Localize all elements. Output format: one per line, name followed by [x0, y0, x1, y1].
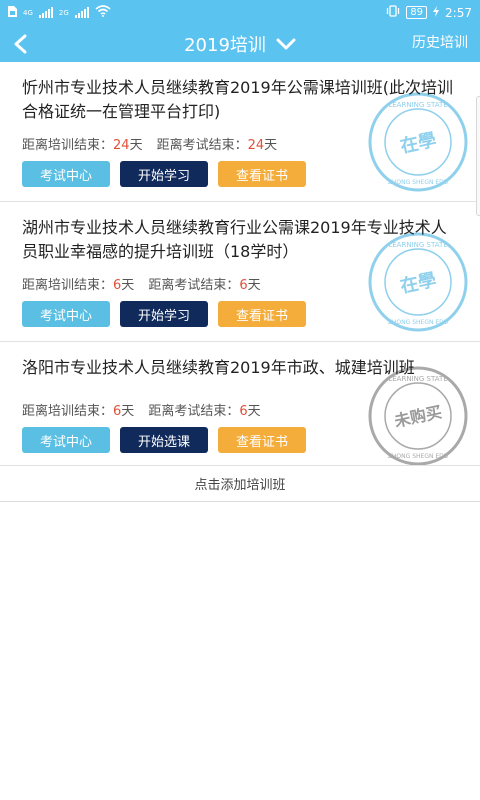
start-learning-button[interactable]: 开始学习 [120, 161, 208, 187]
stamp-text: 未购买 [392, 402, 444, 431]
day-unit: 天 [121, 278, 135, 293]
view-certificate-button[interactable]: 查看证书 [218, 161, 306, 187]
view-certificate-button[interactable]: 查看证书 [218, 427, 306, 453]
network-type-2: 2G [58, 8, 69, 17]
train-end-label: 距离培训结束： [22, 404, 114, 419]
start-learning-button[interactable]: 开始学习 [120, 301, 208, 327]
view-certificate-button[interactable]: 查看证书 [218, 301, 306, 327]
exam-center-button[interactable]: 考试中心 [22, 427, 110, 453]
back-arrow-icon [14, 34, 27, 53]
exam-end-label: 距离考试结束： [148, 404, 240, 419]
countdown: 距离培训结束：6天 距离考试结束：6天 [22, 400, 261, 419]
status-bar: 4G 2G 89 2:57 [0, 0, 480, 25]
course-card: 洛阳市专业技术人员继续教育2019年市政、城建培训班 距离培训结束：6天 距离考试… [0, 342, 480, 466]
train-end-label: 距离培训结束： [22, 278, 114, 293]
exam-center-button[interactable]: 考试中心 [22, 301, 110, 327]
sim-card-icon [8, 5, 17, 20]
stamp-bottom-text: ZHONG SHEGN EDU [388, 319, 448, 326]
vibrate-icon [386, 5, 400, 20]
chevron-down-icon[interactable] [276, 38, 296, 50]
exam-end-label: 距离考试结束： [156, 138, 248, 153]
signal-icon [74, 7, 89, 18]
charging-icon [433, 5, 440, 20]
course-title[interactable]: 湖州市专业技术人员继续教育行业公需课2019年专业技术人员职业幸福感的提升培训班… [22, 216, 462, 264]
stamp-text: 在學 [398, 128, 438, 157]
course-card: 忻州市专业技术人员继续教育2019年公需课培训班(此次培训合格证统一在管理平台打… [0, 62, 480, 202]
day-unit: 天 [247, 404, 261, 419]
exam-center-button[interactable]: 考试中心 [22, 161, 110, 187]
day-unit: 天 [129, 138, 143, 153]
battery-indicator: 89 [406, 6, 428, 19]
add-training-class-button[interactable]: 点击添加培训班 [0, 466, 480, 502]
exam-end-days: 6 [239, 278, 248, 293]
signal-icon [38, 7, 53, 18]
exam-end-days: 24 [247, 138, 265, 153]
course-title[interactable]: 洛阳市专业技术人员继续教育2019年市政、城建培训班 [22, 356, 462, 380]
stamp-text: 在學 [398, 268, 438, 297]
history-training-link[interactable]: 历史培训 [412, 25, 468, 62]
exam-end-label: 距离考试结束： [148, 278, 240, 293]
start-course-selection-button[interactable]: 开始选课 [120, 427, 208, 453]
day-unit: 天 [247, 278, 261, 293]
course-list: 忻州市专业技术人员继续教育2019年公需课培训班(此次培训合格证统一在管理平台打… [0, 62, 480, 466]
back-button[interactable] [0, 25, 40, 62]
exam-end-days: 6 [239, 404, 248, 419]
network-type-1: 4G [23, 8, 33, 17]
scroll-handle[interactable] [476, 96, 480, 216]
stamp-bottom-text: ZHONG SHEGN EDU [388, 453, 448, 460]
stamp-bottom-text: ZHONG SHEGN EDU [388, 179, 448, 186]
add-training-label: 点击添加培训班 [194, 478, 286, 493]
day-unit: 天 [264, 138, 278, 153]
app-header: 2019培训 历史培训 [0, 25, 480, 62]
wifi-icon [95, 5, 111, 20]
course-title[interactable]: 忻州市专业技术人员继续教育2019年公需课培训班(此次培训合格证统一在管理平台打… [22, 76, 462, 124]
train-end-label: 距离培训结束： [22, 138, 114, 153]
countdown: 距离培训结束：24天 距离考试结束：24天 [22, 134, 277, 153]
course-card: 湖州市专业技术人员继续教育行业公需课2019年专业技术人员职业幸福感的提升培训班… [0, 202, 480, 342]
day-unit: 天 [121, 404, 135, 419]
countdown: 距离培训结束：6天 距离考试结束：6天 [22, 274, 261, 293]
page-title[interactable]: 2019培训 [184, 31, 266, 57]
clock: 2:57 [445, 5, 472, 20]
train-end-days: 24 [113, 138, 130, 153]
